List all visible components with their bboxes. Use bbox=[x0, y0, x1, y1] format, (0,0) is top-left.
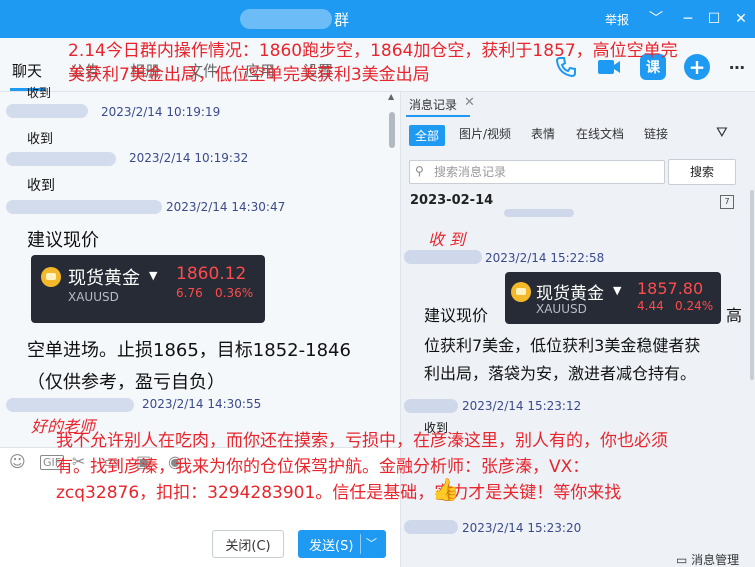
filter-emoji[interactable]: 表情 bbox=[531, 125, 555, 142]
emoji-icon[interactable]: ☺ bbox=[9, 452, 26, 471]
search-button[interactable]: 搜索 bbox=[668, 159, 736, 185]
sender-name-redacted bbox=[404, 399, 458, 413]
quote-change: 4.44 bbox=[637, 299, 664, 313]
message-text: 收到 bbox=[27, 86, 52, 100]
report-button[interactable]: 举报 bbox=[605, 11, 629, 28]
message-timestamp: 2023/2/14 15:23:20 bbox=[462, 521, 582, 535]
message-timestamp: 2023/2/14 14:30:47 bbox=[166, 200, 286, 214]
panel-title: 消息记录 bbox=[409, 98, 458, 112]
overlay-body-2: 有。找到彦溱，我来为你的仓位保驾护航。金融分析师：张彦溱，VX： bbox=[56, 457, 590, 477]
chevron-down-icon[interactable]: ﹀ bbox=[646, 9, 666, 29]
quote-name: 现货黄金 bbox=[536, 284, 604, 304]
filter-settings-icon[interactable]: ⛛ bbox=[716, 125, 728, 141]
sender-name-redacted bbox=[6, 398, 134, 412]
quote-price: 1860.12 bbox=[176, 264, 247, 284]
caret-down-icon: ▼ bbox=[613, 284, 622, 297]
gold-coin-icon bbox=[511, 282, 531, 302]
filter-docs[interactable]: 在线文档 bbox=[576, 125, 624, 142]
add-icon[interactable]: + bbox=[684, 54, 710, 80]
sender-name-redacted bbox=[6, 104, 88, 118]
message-text: 高 bbox=[726, 306, 743, 325]
quote-price: 1857.80 bbox=[637, 279, 704, 298]
chevron-down-icon[interactable]: ﹀ bbox=[366, 535, 377, 551]
sender-name-redacted bbox=[404, 250, 482, 264]
sender-name-redacted bbox=[504, 209, 574, 217]
filter-links[interactable]: 链接 bbox=[644, 125, 668, 142]
quote-percent: 0.24% bbox=[675, 299, 714, 313]
chat-scrollbar[interactable] bbox=[389, 112, 395, 148]
quote-change: 6.76 bbox=[176, 286, 203, 300]
message-text: 利出局，落袋为安，激进者减仓持有。 bbox=[424, 364, 697, 383]
filter-all[interactable]: 全部 bbox=[409, 125, 446, 146]
message-text: 空单进场。止损1865，目标1852-1846 bbox=[27, 340, 351, 361]
message-text: （仅供参考，盈亏自负） bbox=[27, 372, 225, 393]
title-bar: 群 举报 ﹀ ─ ☐ ✕ bbox=[0, 0, 755, 38]
group-name-redacted bbox=[240, 9, 332, 29]
message-manage-label: 消息管理 bbox=[691, 553, 740, 567]
message-timestamp: 2023/2/14 14:30:55 bbox=[142, 397, 262, 411]
send-label: 发送(S) bbox=[309, 538, 354, 554]
quote-name: 现货黄金 bbox=[68, 268, 140, 289]
message-timestamp: 2023/2/14 10:19:32 bbox=[129, 151, 249, 165]
send-divider bbox=[360, 534, 361, 554]
message-timestamp: 2023/2/14 15:22:58 bbox=[485, 251, 605, 265]
message-text: 位获利7美金，低位获利3美金稳健者获 bbox=[424, 336, 701, 355]
gold-quote-card[interactable]: 现货黄金 ▼ XAUUSD 1857.80 4.44 0.24% bbox=[505, 272, 721, 324]
tab-chat[interactable]: 聊天 bbox=[12, 60, 42, 81]
search-icon: ⚲ bbox=[415, 164, 424, 178]
overlay-body-1: 我不允许别人在吃肉，而你还在摸索，亏损中，在彦溱这里，别人有的，你也必须 bbox=[56, 431, 668, 451]
more-icon[interactable]: ⋯ bbox=[724, 54, 750, 80]
filter-media[interactable]: 图片/视频 bbox=[459, 125, 511, 142]
quote-code: XAUUSD bbox=[68, 290, 119, 304]
send-button[interactable]: 发送(S) ﹀ bbox=[298, 530, 386, 558]
message-timestamp: 2023/2/14 15:23:12 bbox=[462, 399, 582, 413]
stamp-text: 收 到 bbox=[428, 230, 466, 249]
close-icon[interactable]: ✕ bbox=[731, 9, 751, 29]
minimize-icon[interactable]: ─ bbox=[678, 9, 698, 29]
date-header: 2023-02-14 bbox=[410, 193, 494, 208]
message-manage-button[interactable]: ▭ 消息管理 bbox=[676, 551, 739, 567]
sender-name-redacted bbox=[404, 520, 458, 534]
overlay-headline-1: 2.14今日群内操作情况：1860跑步空，1864加仓空，获利于1857，高位空… bbox=[68, 41, 678, 61]
close-panel-icon[interactable]: ✕ bbox=[464, 95, 475, 110]
caret-down-icon: ▼ bbox=[149, 269, 158, 282]
message-timestamp: 2023/2/14 10:19:19 bbox=[101, 105, 221, 119]
search-input[interactable]: 搜索消息记录 bbox=[409, 160, 665, 184]
scroll-up-icon[interactable]: ▲ bbox=[388, 92, 394, 101]
quote-code: XAUUSD bbox=[536, 302, 587, 316]
history-scrollbar[interactable] bbox=[750, 190, 754, 380]
window-title: 群 bbox=[334, 11, 350, 29]
calendar-icon[interactable]: 7 bbox=[720, 195, 734, 209]
overlay-body-3: zcq32876，扣扣：3294283901。信任是基础，实力才是关键！等你来找 bbox=[56, 483, 622, 503]
message-text: 收到 bbox=[27, 132, 54, 147]
quote-percent: 0.36% bbox=[215, 286, 254, 300]
sender-name-redacted bbox=[6, 200, 162, 214]
maximize-icon[interactable]: ☐ bbox=[704, 9, 724, 29]
message-text: 收到 bbox=[27, 178, 55, 194]
gold-coin-icon bbox=[41, 267, 61, 287]
panel-tab-underline bbox=[406, 115, 470, 117]
chat-window: 群 举报 ﹀ ─ ☐ ✕ 聊天 公告 相册 文件 应用 设置 课 + ⋯ ▲ 收… bbox=[0, 0, 755, 567]
overlay-headline-2: 美获利7美金出局，低位空单完美获利3美金出局 bbox=[68, 65, 430, 85]
close-button[interactable]: 关闭(C) bbox=[212, 530, 284, 558]
message-text: 建议现价 bbox=[27, 230, 99, 251]
gold-quote-card[interactable]: 现货黄金 ▼ XAUUSD 1860.12 6.76 0.36% bbox=[31, 255, 265, 323]
thumbs-up-icon: 👍 bbox=[432, 478, 460, 503]
message-text: 建议现价 bbox=[424, 306, 489, 325]
sender-name-redacted bbox=[6, 152, 116, 166]
